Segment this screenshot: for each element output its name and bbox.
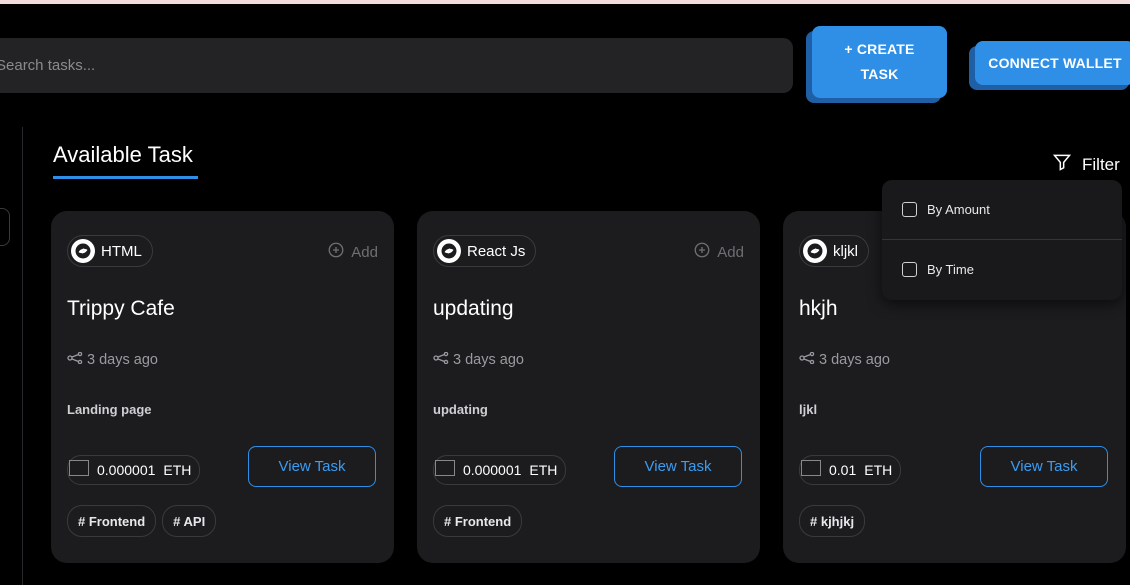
- page-title: Available Task: [53, 142, 193, 167]
- search-input[interactable]: [0, 56, 793, 75]
- task-card: React Js Add updating 3 days ago updatin…: [417, 211, 760, 563]
- price-amount: 0.01: [829, 462, 857, 478]
- task-description: Landing page: [67, 402, 152, 417]
- title-underline: [53, 176, 198, 179]
- tag[interactable]: # Frontend: [433, 505, 523, 537]
- price-currency: ETH: [864, 462, 893, 478]
- filter-option-amount[interactable]: By Amount: [902, 202, 990, 217]
- task-card: HTML Add Trippy Cafe 3 days ago Landing …: [51, 211, 394, 563]
- tech-label: HTML: [101, 242, 142, 260]
- filter-option-label: By Time: [927, 262, 974, 277]
- currency-image-icon: [69, 460, 89, 476]
- share-icon: [67, 351, 83, 368]
- task-time: 3 days ago: [433, 351, 524, 368]
- task-title: Trippy Cafe: [67, 297, 175, 320]
- task-time: 3 days ago: [67, 351, 158, 368]
- sidebar-edge-item[interactable]: [0, 208, 10, 246]
- search-bar[interactable]: [0, 38, 793, 93]
- view-task-button[interactable]: View Task: [248, 446, 376, 487]
- currency-image-icon: [801, 460, 821, 476]
- plus-circle-icon: [327, 241, 345, 263]
- logo-icon: [437, 239, 461, 263]
- price-amount: 0.000001: [97, 462, 156, 478]
- plus-circle-icon: [693, 241, 711, 263]
- add-label: Add: [351, 243, 378, 261]
- tag[interactable]: # kjhjkj: [799, 505, 866, 537]
- price-currency: ETH: [529, 462, 558, 478]
- tech-label: React Js: [467, 242, 526, 260]
- price-amount: 0.000001: [463, 462, 522, 478]
- task-title: hkjh: [799, 297, 838, 320]
- logo-icon: [71, 239, 95, 263]
- create-task-button[interactable]: + CREATE TASK: [812, 26, 947, 98]
- task-title: updating: [433, 297, 514, 320]
- filter-dropdown: By Amount By Time: [882, 180, 1122, 300]
- time-label: 3 days ago: [819, 352, 890, 368]
- tech-chip: kljkl: [799, 235, 869, 267]
- price-currency: ETH: [163, 462, 192, 478]
- filter-option-time[interactable]: By Time: [902, 262, 974, 277]
- price-chip: 0.01 ETH: [799, 455, 902, 485]
- tech-label: kljkl: [833, 242, 858, 260]
- add-label: Add: [717, 243, 744, 261]
- price-chip: 0.000001 ETH: [67, 455, 201, 485]
- tag-list: # kjhjkj: [799, 505, 866, 537]
- add-button[interactable]: Add: [327, 241, 378, 263]
- time-label: 3 days ago: [453, 352, 524, 368]
- tech-chip: HTML: [67, 235, 153, 267]
- share-icon: [433, 351, 449, 368]
- logo-icon: [803, 239, 827, 263]
- filter-option-label: By Amount: [927, 202, 990, 217]
- share-icon: [799, 351, 815, 368]
- view-task-button[interactable]: View Task: [980, 446, 1108, 487]
- create-task-label-line1: + CREATE: [844, 41, 915, 57]
- tag[interactable]: # API: [162, 505, 217, 537]
- filter-icon: [1052, 152, 1072, 177]
- divider: [882, 239, 1122, 240]
- checkbox[interactable]: [902, 262, 917, 277]
- connect-wallet-button[interactable]: CONNECT WALLET: [975, 41, 1130, 85]
- currency-image-icon: [435, 460, 455, 476]
- time-label: 3 days ago: [87, 352, 158, 368]
- task-description: updating: [433, 402, 488, 417]
- tag[interactable]: # Frontend: [67, 505, 157, 537]
- task-description: ljkl: [799, 402, 818, 417]
- sidebar-divider: [22, 127, 23, 585]
- tag-list: # Frontend: [433, 505, 523, 537]
- filter-button[interactable]: Filter: [1052, 152, 1120, 177]
- checkbox[interactable]: [902, 202, 917, 217]
- tag-list: # Frontend # API: [67, 505, 217, 537]
- top-border: [0, 0, 1130, 4]
- view-task-button[interactable]: View Task: [614, 446, 742, 487]
- tech-chip: React Js: [433, 235, 537, 267]
- filter-label: Filter: [1082, 154, 1120, 174]
- task-time: 3 days ago: [799, 351, 890, 368]
- create-task-label-line2: TASK: [860, 66, 899, 82]
- price-chip: 0.000001 ETH: [433, 455, 567, 485]
- add-button[interactable]: Add: [693, 241, 744, 263]
